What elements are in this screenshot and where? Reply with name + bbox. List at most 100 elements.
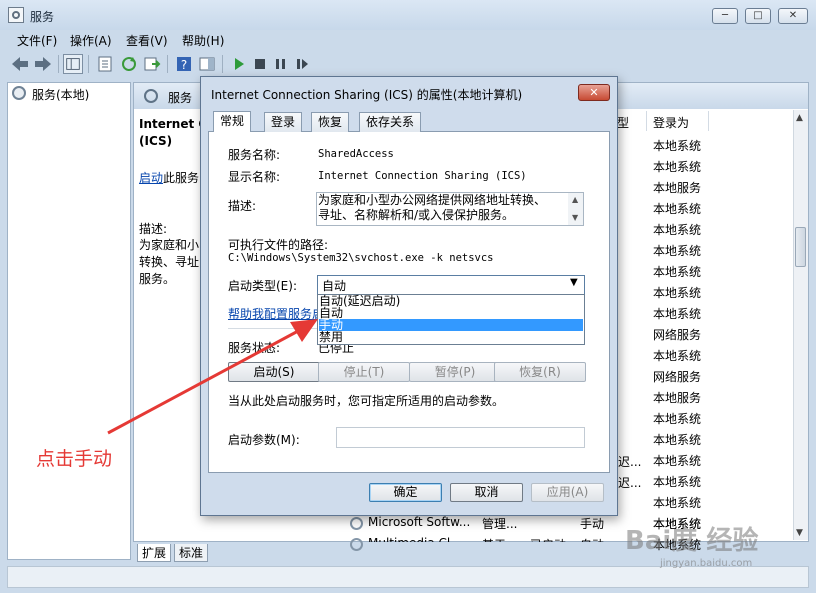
description-field-label: 描述: <box>228 199 257 213</box>
service-startup-cell: 手动 <box>580 517 605 531</box>
maximize-button[interactable]: □ <box>745 8 771 24</box>
column-divider <box>708 111 709 131</box>
services-gear-icon <box>144 89 158 103</box>
column-header-startup-type[interactable]: 型 <box>617 114 629 131</box>
option-disabled[interactable]: 禁用 <box>319 331 583 343</box>
cancel-button[interactable]: 取消 <box>450 483 523 502</box>
logon-cell: 网络服务 <box>653 328 702 342</box>
display-name-label: 显示名称: <box>228 170 281 184</box>
close-button[interactable]: ✕ <box>778 8 808 24</box>
refresh-icon[interactable] <box>119 54 139 74</box>
console-tree-icon[interactable] <box>63 54 83 74</box>
menu-help[interactable]: 帮助(H) <box>182 32 224 49</box>
service-title-line2: (ICS) <box>139 134 173 148</box>
scroll-down-arrow-icon[interactable]: ▼ <box>796 528 803 538</box>
logon-cell: 本地系统 <box>653 265 702 279</box>
logon-cell: 本地系统 <box>653 433 702 447</box>
tab-extended[interactable]: 扩展 <box>137 544 172 562</box>
tree-item-services-local[interactable]: 服务(本地) <box>32 86 89 103</box>
watermark: Bai度 经验 <box>625 526 759 556</box>
annotation-label: 点击手动 <box>36 448 113 470</box>
resume-button[interactable]: 恢复(R) <box>494 362 586 382</box>
tab-recovery[interactable]: 恢复 <box>311 112 350 132</box>
menu-view[interactable]: 查看(V) <box>126 32 168 49</box>
description-text: 为家庭和小 转换、寻址 服务。 <box>139 238 200 286</box>
start-button[interactable]: 启动(S) <box>228 362 320 382</box>
menu-file[interactable]: 文件(F) <box>17 32 57 49</box>
option-auto-delayed[interactable]: 自动(延迟启动) <box>319 295 583 307</box>
toolbar-separator <box>58 55 59 73</box>
properties-icon[interactable] <box>95 54 115 74</box>
option-auto[interactable]: 自动 <box>319 307 583 319</box>
tab-standard[interactable]: 标准 <box>174 544 209 562</box>
show-hide-pane-icon[interactable] <box>197 54 217 74</box>
startup-type-cell: 迟... <box>618 476 642 490</box>
start-service-link-line: 启动此服务 <box>139 169 199 186</box>
pane-header-label: 服务 <box>168 91 193 105</box>
export-list-icon[interactable] <box>142 54 162 74</box>
column-header-logon-as[interactable]: 登录为 <box>653 114 689 131</box>
pause-button[interactable]: 暂停(P) <box>409 362 501 382</box>
selected-service-title: Internet C (ICS) <box>139 116 207 150</box>
service-title-line1: Internet C <box>139 117 208 131</box>
dialog-close-button[interactable]: ✕ <box>578 84 610 101</box>
status-bar <box>7 566 809 588</box>
ok-button[interactable]: 确定 <box>369 483 442 502</box>
apply-button[interactable]: 应用(A) <box>531 483 604 502</box>
desc-scroll-up-icon[interactable]: ▲ <box>572 195 578 204</box>
startup-type-select[interactable] <box>317 275 585 295</box>
service-startup-cell: 自动 <box>580 536 604 542</box>
service-name-cell[interactable]: Multimedia Cl... <box>368 536 462 542</box>
logon-cell: 本地系统 <box>653 412 702 426</box>
start-link-suffix: 此服务 <box>163 171 200 185</box>
logon-cell: 本地系统 <box>653 244 702 258</box>
pause-service-icon[interactable] <box>271 54 291 74</box>
service-gear-icon <box>350 538 363 551</box>
start-params-hint: 当从此处启动服务时，您可指定所适用的启动参数。 <box>228 394 505 408</box>
logon-cell: 本地系统 <box>653 475 702 489</box>
menu-action[interactable]: 操作(A) <box>70 32 112 49</box>
service-name-cell[interactable]: Microsoft Softw... <box>368 515 470 529</box>
startup-type-current: 自动 <box>322 279 347 293</box>
restart-service-icon[interactable] <box>292 54 312 74</box>
description-label: 描述: <box>139 222 168 236</box>
executable-path-value: C:\Windows\System32\svchost.exe -k netsv… <box>228 252 494 264</box>
help-icon[interactable]: ? <box>174 54 194 74</box>
display-name-value: Internet Connection Sharing (ICS) <box>318 170 527 182</box>
logon-cell: 本地系统 <box>653 286 702 300</box>
service-status-cell: 已启动 <box>530 536 566 542</box>
forward-arrow-icon[interactable] <box>33 54 53 74</box>
help-configure-link[interactable]: 帮助我配置服务启 <box>228 305 324 322</box>
toolbar-separator <box>167 55 168 73</box>
menu-bar <box>0 30 816 50</box>
executable-path-label: 可执行文件的路径: <box>228 238 329 252</box>
description-value: 为家庭和小型办公网络提供网络地址转换、寻址、名称解析和/或入侵保护服务。 <box>318 193 547 222</box>
startup-type-cell: 迟... <box>618 455 642 469</box>
start-params-input[interactable] <box>336 427 585 448</box>
minimize-button[interactable]: ─ <box>712 8 738 24</box>
toolbar-separator <box>222 55 223 73</box>
option-manual[interactable]: 手动 <box>319 319 583 331</box>
service-gear-icon <box>350 517 363 530</box>
tab-logon[interactable]: 登录 <box>264 112 303 132</box>
toolbar-separator <box>88 55 89 73</box>
tab-dependencies[interactable]: 依存关系 <box>359 112 422 132</box>
start-service-link[interactable]: 启动 <box>139 171 163 185</box>
chevron-down-icon[interactable]: ▼ <box>570 277 578 288</box>
start-service-icon[interactable] <box>229 54 249 74</box>
scroll-up-arrow-icon[interactable]: ▲ <box>796 113 803 123</box>
stop-button[interactable]: 停止(T) <box>318 362 410 382</box>
desc-scroll-down-icon[interactable]: ▼ <box>572 213 578 222</box>
title-bar <box>0 0 816 30</box>
vertical-scrollbar[interactable] <box>793 110 808 540</box>
dialog-title: Internet Connection Sharing (ICS) 的属性(本地… <box>211 88 523 102</box>
stop-service-icon[interactable] <box>250 54 270 74</box>
startup-type-label: 启动类型(E): <box>228 279 297 293</box>
scrollbar-thumb[interactable] <box>795 227 806 267</box>
back-arrow-icon[interactable] <box>10 54 30 74</box>
logon-cell: 本地系统 <box>653 160 702 174</box>
logon-cell: 本地系统 <box>653 223 702 237</box>
services-app-icon <box>8 7 24 23</box>
tab-general[interactable]: 常规 <box>213 111 252 132</box>
console-tree-pane <box>7 82 131 560</box>
